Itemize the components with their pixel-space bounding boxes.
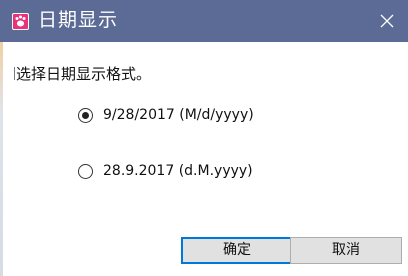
cancel-button[interactable]: 取消: [290, 237, 402, 264]
title-bar: 日期显示: [0, 0, 408, 42]
window-left-border: [0, 42, 3, 276]
text-cursor: [14, 67, 15, 80]
option-label-mdy: 9/28/2017 (M/d/yyyy): [103, 107, 254, 123]
close-icon: [380, 14, 394, 28]
radio-button-mdy[interactable]: [78, 107, 93, 123]
prompt-label: 选择日期显示格式。: [16, 65, 152, 83]
option-label-dmy: 28.9.2017 (d.M.yyyy): [103, 163, 253, 179]
ok-button[interactable]: 确定: [181, 237, 293, 264]
window-title: 日期显示: [38, 9, 119, 31]
date-format-option-mdy[interactable]: 9/28/2017 (M/d/yyyy): [78, 104, 254, 126]
paw-icon: [12, 13, 29, 30]
date-format-option-dmy[interactable]: 28.9.2017 (d.M.yyyy): [78, 160, 253, 182]
close-button[interactable]: [372, 6, 402, 36]
radio-button-dmy[interactable]: [78, 163, 93, 179]
